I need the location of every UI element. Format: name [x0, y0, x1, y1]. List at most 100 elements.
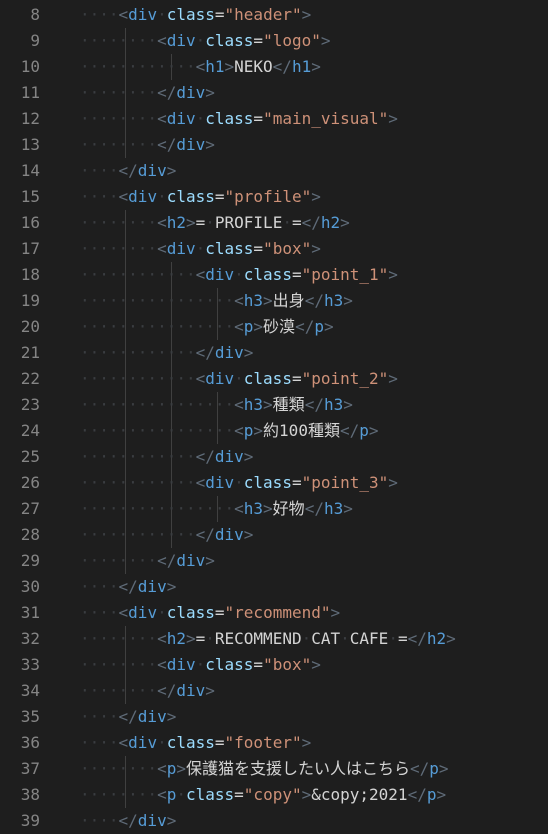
bracket-token: </: [118, 161, 138, 180]
indent-whitespace: ····: [80, 603, 119, 622]
bracket-token: <: [234, 499, 244, 518]
tag-name-token: div: [137, 577, 167, 596]
code-line[interactable]: 20 ················<p>砂漠</p>: [0, 314, 548, 340]
code-content: ········</div>: [80, 678, 215, 704]
code-line[interactable]: 22 ············<div·class="point_2">: [0, 366, 548, 392]
code-line[interactable]: 37 ········<p>保護猫を支援したい人はこちら</p>: [0, 756, 548, 782]
tag-name-token: h2: [426, 629, 447, 648]
bracket-token: </: [304, 395, 324, 414]
whitespace-token: ·: [234, 473, 244, 492]
code-content: ····<div·class="footer">: [80, 730, 311, 756]
tag-name-token: h3: [243, 291, 264, 310]
bracket-token: >: [388, 109, 398, 128]
equals-token: =: [291, 265, 302, 284]
code-line[interactable]: 14 ····</div>: [0, 158, 548, 184]
whitespace-token: ·: [195, 239, 206, 258]
indent-whitespace: ················: [80, 291, 235, 310]
code-line[interactable]: 18 ············<div·class="point_1">: [0, 262, 548, 288]
bracket-token: >: [205, 551, 215, 570]
code-line[interactable]: 34 ········</div>: [0, 678, 548, 704]
line-number: 20: [20, 317, 40, 336]
code-line[interactable]: 28 ············</div>: [0, 522, 548, 548]
bracket-token: >: [388, 473, 398, 492]
bracket-token: >: [436, 785, 447, 804]
code-line[interactable]: 39 ····</div>: [0, 808, 548, 834]
string-token: "point_3": [301, 473, 389, 492]
line-number: 32: [20, 629, 40, 648]
code-line[interactable]: 21 ············</div>: [0, 340, 548, 366]
code-line[interactable]: 26 ············<div·class="point_3">: [0, 470, 548, 496]
bracket-token: <: [118, 603, 129, 622]
code-line[interactable]: 11 ········</div>: [0, 80, 548, 106]
code-line[interactable]: 12 ········<div·class="main_visual">: [0, 106, 548, 132]
text-token: 保護猫を支援したい人はこちら: [185, 759, 410, 778]
bracket-token: >: [263, 291, 273, 310]
tag-name-token: h3: [243, 395, 264, 414]
string-token: "copy": [243, 785, 302, 804]
code-line[interactable]: 24 ················<p>約100種類</p>: [0, 418, 548, 444]
code-content: ················<p>約100種類</p>: [80, 418, 379, 444]
bracket-token: >: [185, 629, 196, 648]
bracket-token: >: [205, 83, 215, 102]
bracket-token: <: [234, 421, 244, 440]
line-number: 23: [20, 395, 40, 414]
tag-name-token: p: [166, 785, 177, 804]
indent-whitespace: ····: [80, 187, 119, 206]
code-line[interactable]: 15 ····<div·class="profile">: [0, 184, 548, 210]
code-content: ················<p>砂漠</p>: [80, 314, 334, 340]
equals-token: =: [234, 785, 244, 804]
code-line[interactable]: 33 ········<div·class="box">: [0, 652, 548, 678]
text-token: 種類: [272, 395, 305, 414]
indent-whitespace: ········: [80, 213, 158, 232]
bracket-token: <: [234, 317, 244, 336]
code-line[interactable]: 10 ············<h1>NEKO</h1>: [0, 54, 548, 80]
equals-token: =: [214, 733, 225, 752]
text-token: &copy;2021: [311, 785, 408, 804]
whitespace-token: ·: [205, 213, 215, 232]
code-line[interactable]: 31 ····<div·class="recommend">: [0, 600, 548, 626]
tag-name-token: h2: [166, 213, 186, 232]
tag-name-token: p: [166, 759, 177, 778]
code-line[interactable]: 16 ········<h2>=·PROFILE·=</h2>: [0, 210, 548, 236]
code-content: ········<div·class="box">: [80, 652, 321, 678]
bracket-token: <: [157, 31, 167, 50]
bracket-token: <: [234, 395, 244, 414]
code-line[interactable]: 19 ················<h3>出身</h3>: [0, 288, 548, 314]
code-line[interactable]: 25 ············</div>: [0, 444, 548, 470]
code-line[interactable]: 36 ····<div·class="footer">: [0, 730, 548, 756]
code-line[interactable]: 32 ········<h2>=·RECOMMEND·CAT·CAFE·=</h2…: [0, 626, 548, 652]
code-line[interactable]: 23 ················<h3>種類</h3>: [0, 392, 548, 418]
bracket-token: >: [388, 265, 398, 284]
indent-whitespace: ····: [80, 811, 119, 830]
code-line[interactable]: 38 ········<p·class="copy">&copy;2021</p>: [0, 782, 548, 808]
code-editor[interactable]: 8 ····<div·class="header"> 9 ········<div·c…: [0, 0, 548, 834]
code-line[interactable]: 17 ········<div·class="box">: [0, 236, 548, 262]
line-number: 22: [20, 369, 40, 388]
indent-whitespace: ············: [80, 473, 196, 492]
code-line[interactable]: 30 ····</div>: [0, 574, 548, 600]
equals-token: =: [214, 5, 225, 24]
code-line[interactable]: 13 ········</div>: [0, 132, 548, 158]
indent-whitespace: ················: [80, 317, 235, 336]
string-token: "box": [263, 655, 312, 674]
code-line[interactable]: 27 ················<h3>好物</h3>: [0, 496, 548, 522]
whitespace-token: ·: [301, 629, 312, 648]
tag-name-token: div: [128, 603, 158, 622]
bracket-token: >: [301, 733, 312, 752]
bracket-token: </: [407, 629, 427, 648]
line-number: 9: [30, 31, 40, 50]
tag-name-token: p: [243, 317, 254, 336]
code-line[interactable]: 29 ········</div>: [0, 548, 548, 574]
bracket-token: <: [157, 759, 167, 778]
code-line[interactable]: 8 ····<div·class="header">: [0, 2, 548, 28]
line-number: 16: [20, 213, 40, 232]
whitespace-token: ·: [388, 629, 398, 648]
code-content: ········</div>: [80, 80, 215, 106]
code-line[interactable]: 9 ········<div·class="logo">: [0, 28, 548, 54]
code-content: ········</div>: [80, 132, 215, 158]
whitespace-token: ·: [157, 5, 167, 24]
code-line[interactable]: 35 ····</div>: [0, 704, 548, 730]
attribute-token: class: [243, 369, 292, 388]
code-content: ····</div>: [80, 808, 176, 834]
tag-name-token: div: [128, 5, 158, 24]
